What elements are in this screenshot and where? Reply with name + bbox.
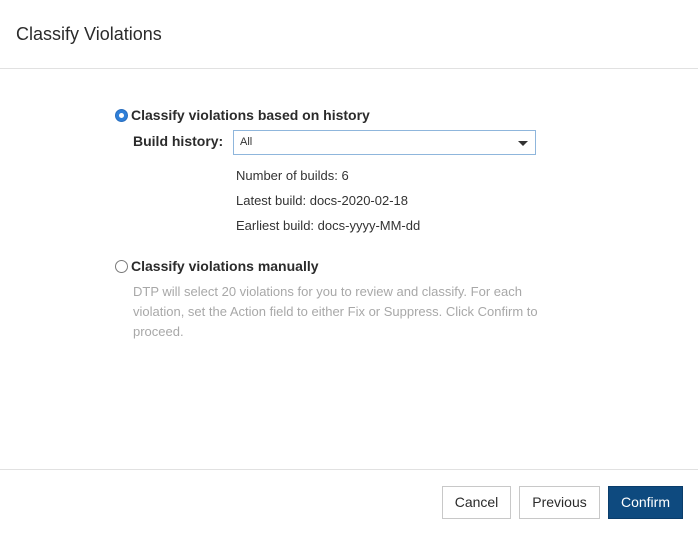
confirm-button[interactable]: Confirm — [608, 486, 683, 519]
earliest-build-text: Earliest build: docs-yyyy-MM-dd — [236, 218, 421, 233]
manual-option-label[interactable]: Classify violations manually — [131, 258, 319, 275]
history-radio-button[interactable] — [115, 109, 128, 122]
latest-build-text: Latest build: docs-2020-02-18 — [236, 193, 409, 208]
previous-button[interactable]: Previous — [519, 486, 600, 519]
manual-option-description: DTP will select 20 violations for you to… — [133, 284, 538, 339]
number-of-builds-text: Number of builds: 6 — [236, 168, 349, 183]
build-history-selected-value: All — [240, 136, 253, 148]
classify-violations-dialog: Classify Violations Classify violations … — [0, 0, 698, 535]
build-history-select[interactable]: All — [233, 130, 536, 155]
cancel-button[interactable]: Cancel — [442, 486, 511, 519]
history-option-label[interactable]: Classify violations based on history — [131, 107, 370, 124]
manual-radio-button[interactable] — [115, 260, 128, 273]
chevron-down-icon — [518, 141, 528, 146]
dialog-title: Classify Violations — [16, 24, 162, 44]
build-history-label: Build history: — [133, 133, 224, 149]
dialog-header: Classify Violations — [0, 0, 698, 69]
